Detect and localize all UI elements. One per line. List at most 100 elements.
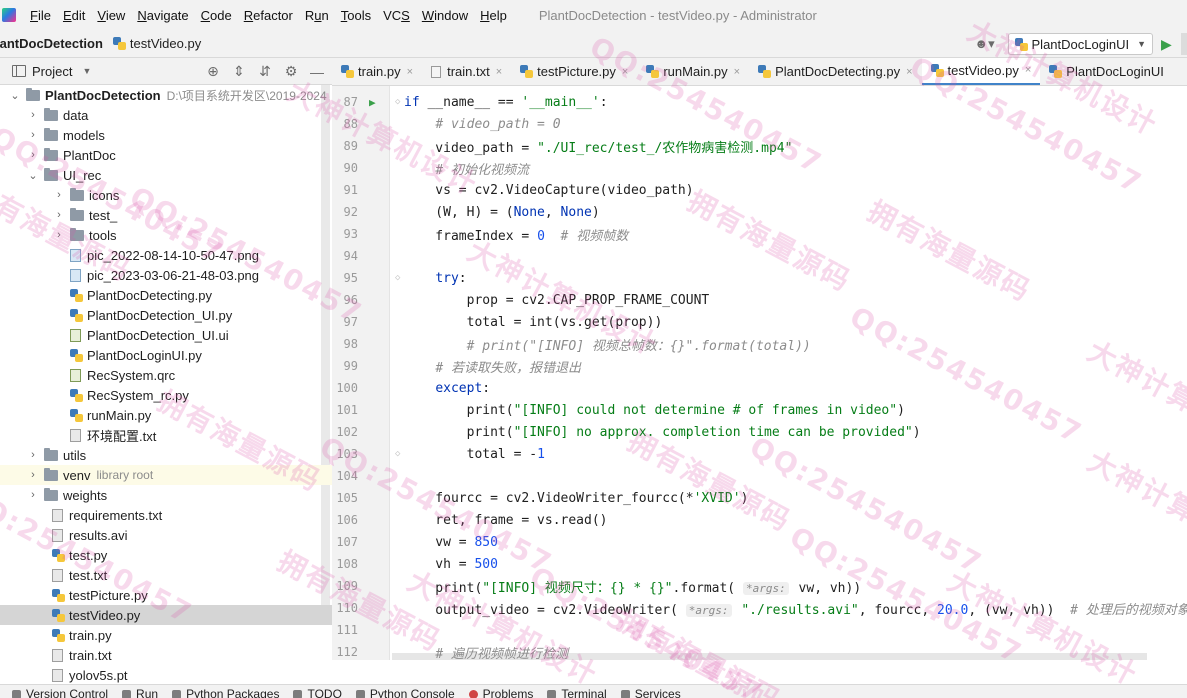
- menu-run[interactable]: Run: [299, 8, 335, 23]
- expand-all-icon[interactable]: ⇕: [230, 63, 248, 80]
- tree-file[interactable]: pic_2022-08-14-10-50-47.png: [0, 245, 332, 265]
- tree-folder[interactable]: › data: [0, 105, 332, 125]
- tool-window-python-packages[interactable]: Python Packages: [172, 685, 279, 698]
- tree-folder[interactable]: ⌄ PlantDocDetection D:\项目系统开发区\2019-2024: [0, 85, 332, 105]
- close-icon[interactable]: ×: [734, 66, 740, 78]
- menu-code[interactable]: Code: [195, 8, 238, 23]
- tree-folder[interactable]: › icons: [0, 185, 332, 205]
- editor-tab[interactable]: train.py ×: [332, 58, 422, 85]
- menu-tools[interactable]: Tools: [335, 8, 377, 23]
- tree-file[interactable]: train.py: [0, 625, 332, 645]
- chevron-down-icon[interactable]: ⌄: [26, 169, 40, 182]
- line-number: 90: [343, 161, 358, 175]
- tool-window-services[interactable]: Services: [620, 685, 681, 698]
- tree-file[interactable]: pic_2023-03-06-21-48-03.png: [0, 265, 332, 285]
- editor-tab[interactable]: testVideo.py ×: [921, 58, 1041, 85]
- menu-vcs[interactable]: VCS: [377, 8, 416, 23]
- tree-file[interactable]: 环境配置.txt: [0, 425, 332, 445]
- chevron-down-icon[interactable]: ▼: [82, 66, 91, 76]
- user-icon[interactable]: ☻▾: [970, 33, 1000, 55]
- editor-tab[interactable]: train.txt ×: [422, 58, 511, 85]
- tree-folder[interactable]: › test_: [0, 205, 332, 225]
- menu-help[interactable]: Help: [474, 8, 513, 23]
- tool-window-todo[interactable]: TODO: [293, 685, 342, 698]
- tree-file[interactable]: PlantDocDetection_UI.ui: [0, 325, 332, 345]
- tree-file[interactable]: RecSystem.qrc: [0, 365, 332, 385]
- editor-tab[interactable]: PlantDocLoginUI: [1040, 58, 1173, 85]
- tree-file[interactable]: test.py: [0, 545, 332, 565]
- tree-folder[interactable]: › weights: [0, 485, 332, 505]
- tree-file[interactable]: test.txt: [0, 565, 332, 585]
- chevron-right-icon[interactable]: ›: [52, 189, 66, 201]
- tool-window-run[interactable]: Run: [122, 685, 158, 698]
- menu-view[interactable]: View: [91, 8, 131, 23]
- breadcrumb-project[interactable]: lantDocDetection: [0, 36, 103, 51]
- chevron-right-icon[interactable]: ›: [26, 109, 40, 121]
- gear-icon[interactable]: ⚙: [282, 63, 300, 80]
- chevron-right-icon[interactable]: ›: [26, 129, 40, 141]
- menu-file[interactable]: File: [24, 8, 57, 23]
- chevron-down-icon[interactable]: ⌄: [8, 89, 22, 102]
- tree-file[interactable]: yolov5s.pt: [0, 665, 332, 685]
- tree-file[interactable]: testVideo.py: [0, 605, 332, 625]
- tree-file[interactable]: results.avi: [0, 525, 332, 545]
- chevron-right-icon[interactable]: ›: [26, 469, 40, 481]
- tool-window-version-control[interactable]: Version Control: [12, 685, 108, 698]
- close-icon[interactable]: ×: [1025, 64, 1031, 76]
- hide-panel-icon[interactable]: —: [308, 64, 326, 80]
- fold-icon[interactable]: ◇: [395, 97, 400, 107]
- breadcrumb-file[interactable]: testVideo.py: [112, 36, 201, 51]
- chevron-right-icon[interactable]: ›: [26, 449, 40, 461]
- close-icon[interactable]: ×: [906, 66, 912, 78]
- tree-folder[interactable]: › PlantDoc: [0, 145, 332, 165]
- tool-window-python-console[interactable]: Python Console: [355, 685, 455, 698]
- menu-refactor[interactable]: Refactor: [238, 8, 299, 23]
- folder-icon: [70, 227, 84, 241]
- tree-folder[interactable]: ⌄ UI_rec: [0, 165, 332, 185]
- close-icon[interactable]: ×: [622, 66, 628, 78]
- close-icon[interactable]: ×: [496, 66, 502, 78]
- menu-window[interactable]: Window: [416, 8, 474, 23]
- chevron-right-icon[interactable]: ›: [52, 209, 66, 221]
- run-gutter-icon[interactable]: ▶: [369, 96, 376, 109]
- run-configuration-select[interactable]: PlantDocLoginUI ▼: [1007, 33, 1153, 55]
- tree-folder[interactable]: › venv library root: [0, 465, 332, 485]
- chevron-right-icon[interactable]: ›: [26, 489, 40, 501]
- tree-file[interactable]: RecSystem_rc.py: [0, 385, 332, 405]
- tree-file[interactable]: requirements.txt: [0, 505, 332, 525]
- fold-icon[interactable]: ◇: [395, 273, 400, 283]
- tool-window-terminal[interactable]: Terminal: [547, 685, 607, 698]
- fold-icon[interactable]: ◇: [395, 449, 400, 459]
- editor-tab[interactable]: PlantDocDetecting.py ×: [749, 58, 921, 85]
- tree-file[interactable]: testPicture.py: [0, 585, 332, 605]
- tree-folder[interactable]: › models: [0, 125, 332, 145]
- toolbar-overflow[interactable]: [1181, 33, 1187, 55]
- tree-folder[interactable]: › utils: [0, 445, 332, 465]
- locate-file-icon[interactable]: ⊕: [204, 63, 222, 80]
- tree-file[interactable]: PlantDocLoginUI.py: [0, 345, 332, 365]
- tree-folder[interactable]: › tools: [0, 225, 332, 245]
- project-panel-title[interactable]: Project: [32, 64, 72, 79]
- collapse-all-icon[interactable]: ⇵: [256, 63, 274, 80]
- run-icon[interactable]: ▶: [1161, 36, 1179, 53]
- chevron-right-icon[interactable]: ›: [26, 149, 40, 161]
- tool-window-problems[interactable]: Problems: [468, 685, 533, 698]
- line-number: 110: [336, 601, 358, 615]
- editor-tab[interactable]: testPicture.py ×: [511, 58, 637, 85]
- menu-edit[interactable]: Edit: [57, 8, 91, 23]
- tree-file[interactable]: runMain.py: [0, 405, 332, 425]
- editor-tab[interactable]: runMain.py ×: [637, 58, 749, 85]
- menu-navigate[interactable]: Navigate: [131, 8, 194, 23]
- code-text: except:: [435, 380, 491, 396]
- tree-file[interactable]: PlantDocDetecting.py: [0, 285, 332, 305]
- chevron-right-icon[interactable]: ›: [52, 229, 66, 241]
- tree-file[interactable]: train.txt: [0, 645, 332, 665]
- close-icon[interactable]: ×: [407, 66, 413, 78]
- code-line: 101 print("[INFO] could not determine # …: [332, 399, 1187, 421]
- tree-file[interactable]: PlantDocDetection_UI.py: [0, 305, 332, 325]
- folder-icon: [44, 147, 58, 161]
- run-configuration-label: PlantDocLoginUI: [1031, 36, 1130, 52]
- code-editor[interactable]: 87 ▶ ◇ if __name__ == '__main__': 88 # video…: [332, 86, 1187, 660]
- line-number: 94: [343, 249, 358, 263]
- python-file-icon: [112, 37, 126, 50]
